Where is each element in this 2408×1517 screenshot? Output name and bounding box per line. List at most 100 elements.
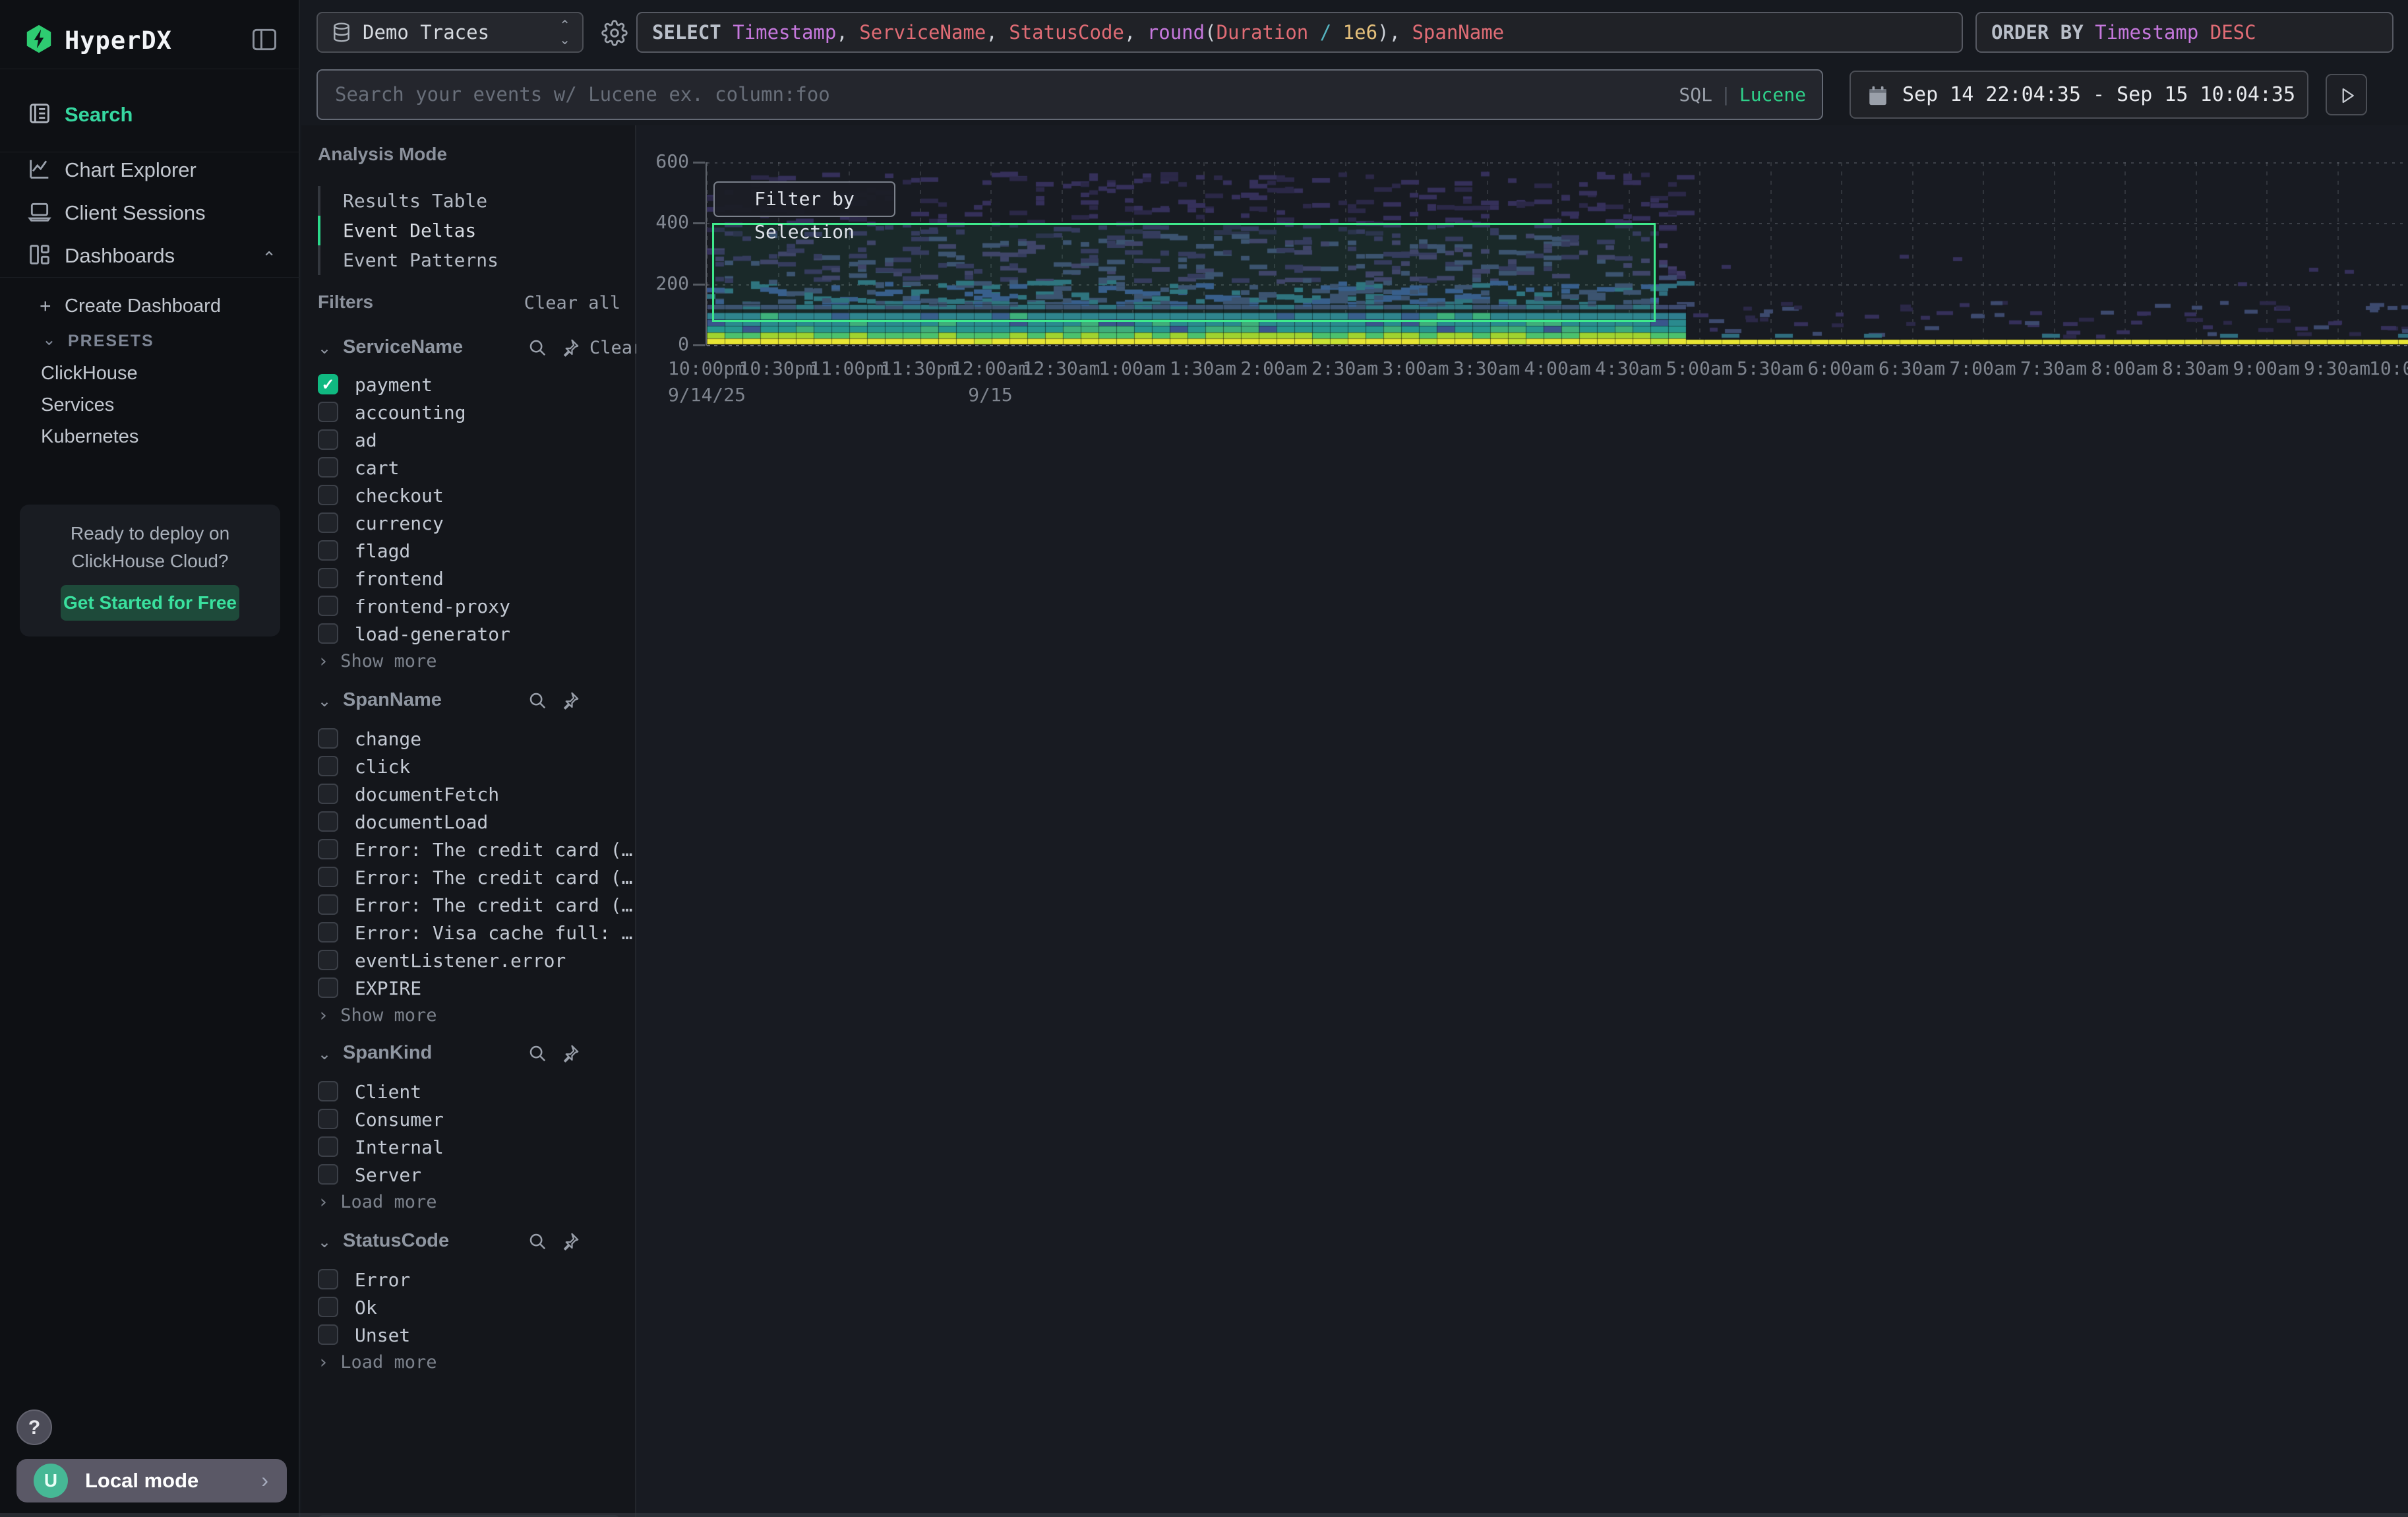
filter-checkbox-row[interactable]: change xyxy=(318,727,621,753)
analysis-mode-event-deltas[interactable]: Event Deltas xyxy=(343,216,593,245)
analysis-mode-results-table[interactable]: Results Table xyxy=(343,186,593,216)
sidebar-item-client-sessions[interactable]: Client Sessions xyxy=(0,193,300,234)
filter-checkbox-row[interactable]: checkout xyxy=(318,483,621,510)
filter-checkbox-row[interactable]: frontend-proxy xyxy=(318,594,621,621)
checkbox[interactable] xyxy=(318,922,338,943)
sidebar-item-kubernetes[interactable]: Kubernetes xyxy=(0,426,300,460)
checkbox[interactable] xyxy=(318,784,338,804)
filter-checkbox-row[interactable]: cart xyxy=(318,456,621,482)
filter-checkbox-row[interactable]: ad xyxy=(318,428,621,454)
collapse-sidebar-icon[interactable] xyxy=(250,25,279,54)
presets-toggle[interactable]: ⌄PRESETS xyxy=(0,330,300,364)
filter-checkbox-row[interactable]: Error: The credit card (… xyxy=(318,865,621,892)
checkbox[interactable] xyxy=(318,756,338,776)
checkbox[interactable] xyxy=(318,457,338,478)
clear-section-button[interactable]: Clear xyxy=(589,338,643,358)
checkbox[interactable] xyxy=(318,728,338,749)
checkbox[interactable] xyxy=(318,839,338,859)
create-dashboard-button[interactable]: +Create Dashboard xyxy=(0,295,300,330)
gear-icon[interactable] xyxy=(601,20,628,46)
data-source-select[interactable]: Demo Traces ⌃⌄ xyxy=(316,12,584,53)
sql-mode-option[interactable]: SQL xyxy=(1679,84,1712,106)
filter-checkbox-row[interactable]: Error: The credit card (… xyxy=(318,893,621,919)
filter-checkbox-row[interactable]: EXPIRE xyxy=(318,976,621,1003)
filter-by-selection-button[interactable]: Filter by Selection xyxy=(713,181,895,217)
sidebar-item-services[interactable]: Services xyxy=(0,394,300,429)
checkbox[interactable] xyxy=(318,568,338,588)
checkbox[interactable] xyxy=(318,402,338,422)
filter-checkbox-row[interactable]: Client xyxy=(318,1080,621,1106)
checkbox[interactable] xyxy=(318,1297,338,1317)
show-more-link[interactable]: ›Show more xyxy=(318,1005,516,1029)
search-icon[interactable] xyxy=(527,691,547,710)
search-icon[interactable] xyxy=(527,1043,547,1063)
filter-checkbox-row[interactable]: accounting xyxy=(318,400,621,427)
filter-checkbox-row[interactable]: load-generator xyxy=(318,622,621,648)
filter-checkbox-row[interactable]: click xyxy=(318,755,621,781)
sidebar-item-chart-explorer[interactable]: Chart Explorer xyxy=(0,150,300,191)
help-button[interactable]: ? xyxy=(16,1409,52,1445)
filter-checkbox-row[interactable]: currency xyxy=(318,511,621,538)
filter-checkbox-row[interactable]: eventListener.error xyxy=(318,948,621,975)
checkbox[interactable] xyxy=(318,1109,338,1129)
search-icon[interactable] xyxy=(527,1231,547,1251)
account-menu[interactable]: U Local mode › xyxy=(16,1459,287,1502)
filter-checkbox-row[interactable]: Server xyxy=(318,1163,621,1189)
show-more-link[interactable]: ›Show more xyxy=(318,651,516,675)
checkbox[interactable] xyxy=(318,977,338,998)
checkbox[interactable] xyxy=(318,811,338,832)
clear-all-button[interactable]: Clear all xyxy=(524,293,620,313)
show-more-link[interactable]: ›Load more xyxy=(318,1192,516,1216)
filter-checkbox-row[interactable]: Consumer xyxy=(318,1107,621,1134)
pin-icon[interactable] xyxy=(560,1043,580,1063)
filter-checkbox-row[interactable]: documentFetch xyxy=(318,782,621,809)
sidebar-item-clickhouse[interactable]: ClickHouse xyxy=(0,363,300,397)
checkbox[interactable] xyxy=(318,485,338,505)
lucene-mode-option[interactable]: Lucene xyxy=(1739,84,1806,106)
filter-checkbox-row[interactable]: Internal xyxy=(318,1135,621,1161)
checkbox[interactable] xyxy=(318,1164,338,1185)
checkbox-checked[interactable]: ✓ xyxy=(318,374,338,394)
filter-checkbox-row[interactable]: Error xyxy=(318,1268,621,1294)
checkbox[interactable] xyxy=(318,867,338,887)
sql-select-editor[interactable]: SELECT Timestamp, ServiceName, StatusCod… xyxy=(636,12,1963,53)
sidebar-item-search[interactable]: Search xyxy=(0,95,300,136)
checkbox[interactable] xyxy=(318,429,338,450)
chevron-down-icon[interactable]: ⌄ xyxy=(318,1233,331,1252)
checkbox[interactable] xyxy=(318,1324,338,1345)
filter-checkbox-row[interactable]: Unset xyxy=(318,1323,621,1349)
chevron-down-icon[interactable]: ⌄ xyxy=(318,692,331,711)
filter-checkbox-row[interactable]: Error: The credit card (… xyxy=(318,838,621,864)
order-by-editor[interactable]: ORDER BY Timestamp DESC xyxy=(1975,12,2393,53)
filter-checkbox-row[interactable]: ✓payment xyxy=(318,373,621,399)
search-input[interactable] xyxy=(334,75,1685,114)
checkbox-label: cart xyxy=(355,457,399,479)
search-icon[interactable] xyxy=(527,338,547,357)
date-range-picker[interactable]: Sep 14 22:04:35 - Sep 15 10:04:35 xyxy=(1850,71,2308,119)
analysis-mode-event-patterns[interactable]: Event Patterns xyxy=(343,245,593,275)
filter-checkbox-row[interactable]: Error: Visa cache full: … xyxy=(318,921,621,947)
checkbox[interactable] xyxy=(318,540,338,561)
filter-checkbox-row[interactable]: flagd xyxy=(318,539,621,565)
run-query-button[interactable] xyxy=(2326,74,2367,115)
pin-icon[interactable] xyxy=(560,338,580,357)
pin-icon[interactable] xyxy=(560,1231,580,1251)
checkbox[interactable] xyxy=(318,950,338,970)
checkbox[interactable] xyxy=(318,894,338,915)
checkbox[interactable] xyxy=(318,1081,338,1101)
filter-checkbox-row[interactable]: Ok xyxy=(318,1295,621,1322)
show-more-link[interactable]: ›Load more xyxy=(318,1352,516,1376)
sidebar-item-dashboards[interactable]: Dashboards⌃ xyxy=(0,236,300,277)
horizontal-scrollbar[interactable] xyxy=(0,1513,2408,1517)
chevron-down-icon[interactable]: ⌄ xyxy=(318,339,331,358)
pin-icon[interactable] xyxy=(560,691,580,710)
filter-checkbox-row[interactable]: frontend xyxy=(318,567,621,593)
checkbox[interactable] xyxy=(318,623,338,644)
checkbox[interactable] xyxy=(318,512,338,533)
checkbox[interactable] xyxy=(318,1269,338,1289)
chevron-down-icon[interactable]: ⌄ xyxy=(318,1045,331,1064)
checkbox[interactable] xyxy=(318,596,338,616)
filter-checkbox-row[interactable]: documentLoad xyxy=(318,810,621,836)
get-started-button[interactable]: Get Started for Free xyxy=(61,585,239,621)
checkbox[interactable] xyxy=(318,1136,338,1157)
